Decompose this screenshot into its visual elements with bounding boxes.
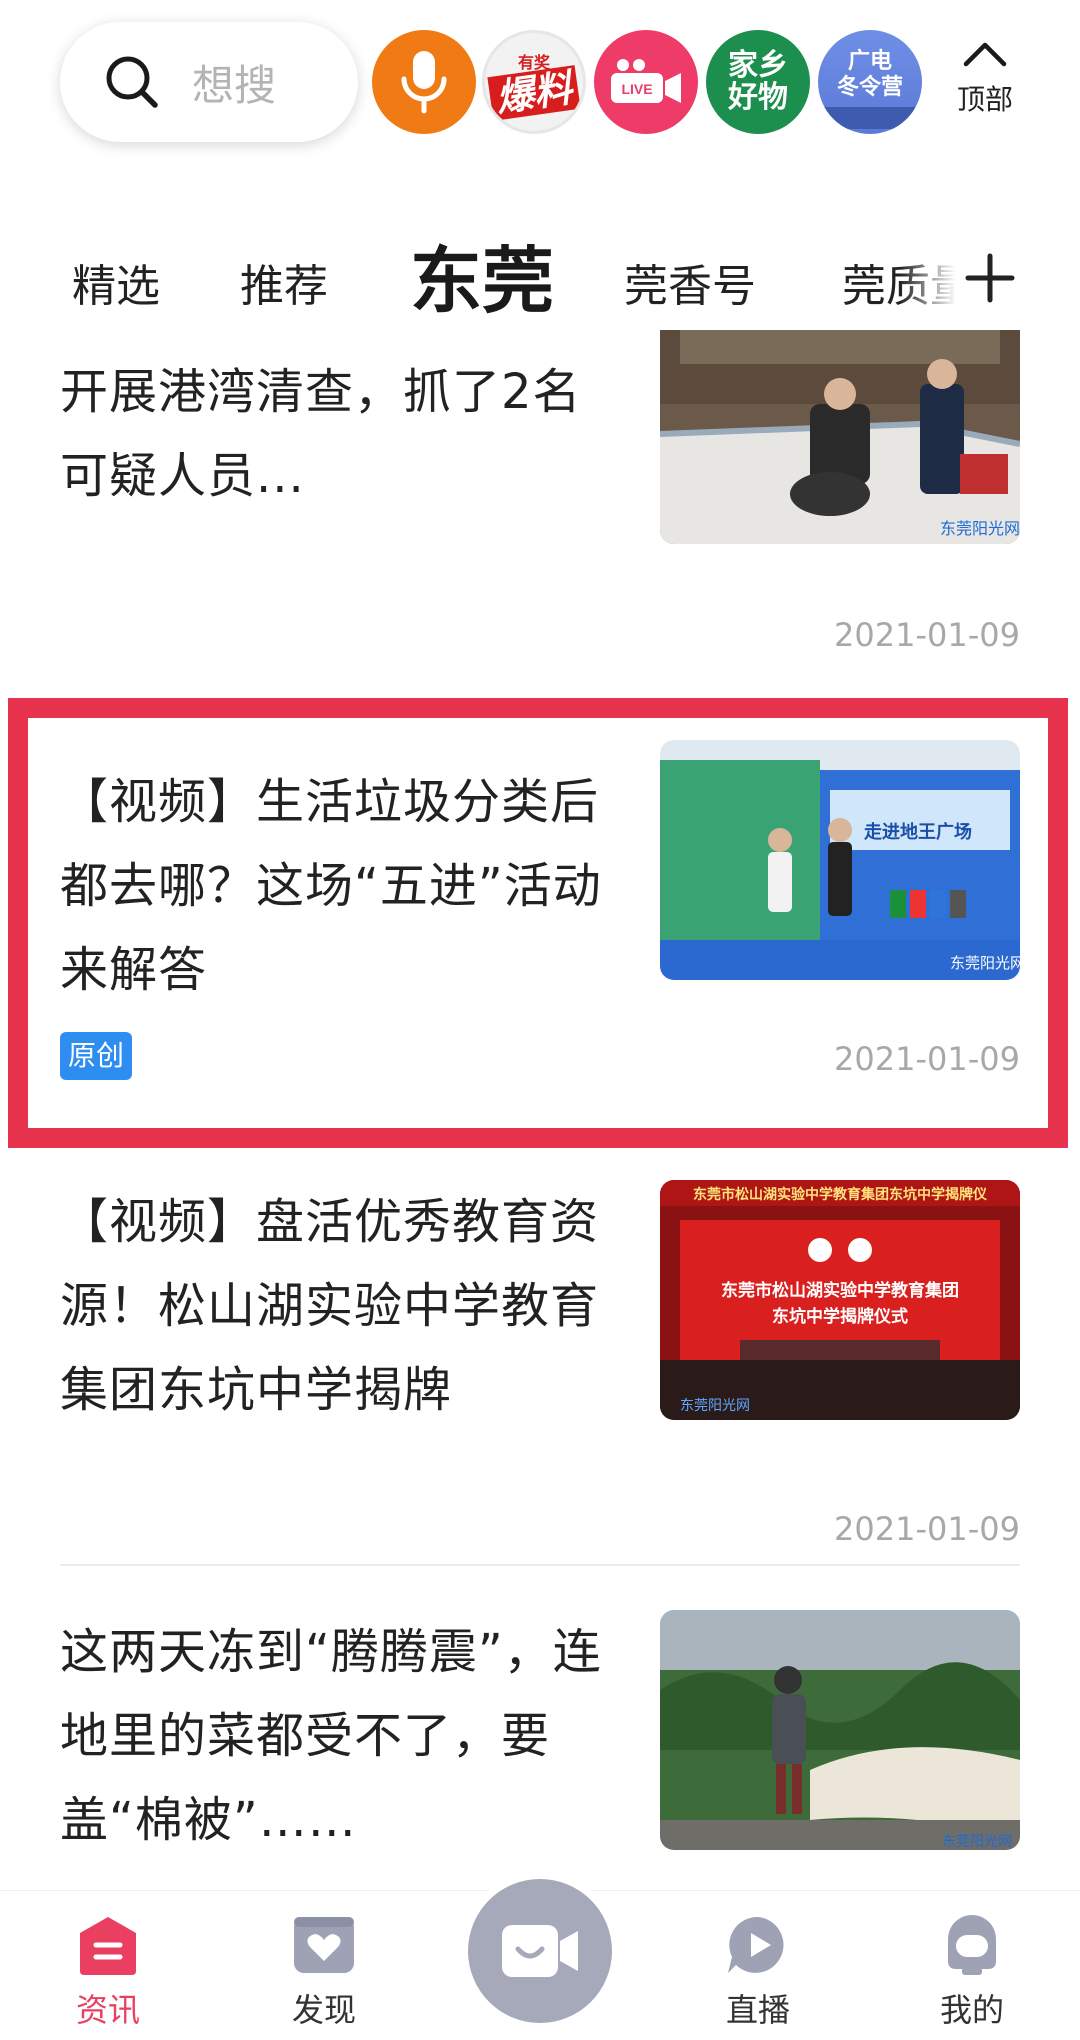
tab-jingxuan[interactable]: 精选 <box>72 250 160 314</box>
add-channel-icon[interactable] <box>960 248 1020 308</box>
nav-discover-label: 发现 <box>291 1991 356 2029</box>
nav-live-label: 直播 <box>725 1991 790 2029</box>
microphone-icon <box>401 51 447 114</box>
article-date: 2021-01-09 <box>834 1040 1020 1078</box>
discover-icon <box>294 1917 354 1973</box>
guangdian-label-line1: 广电 <box>847 49 892 74</box>
top-bar: 想搜 有奖 爆料 LIVE 家乡好物 广电 冬令营 顶部 <box>0 0 1080 170</box>
guangdian-skyline <box>818 107 922 129</box>
watermark-text: 东莞阳光网 <box>680 1398 750 1414</box>
search-icon <box>106 56 158 108</box>
tab-guanxianghao[interactable]: 莞香号 <box>624 250 756 314</box>
port-inspection-image: 东莞阳光网 <box>660 330 1020 544</box>
article-title[interactable]: 【视频】盘活优秀教育资源！松山湖实验中学教育集团东坑中学揭牌 <box>60 1180 620 1432</box>
tab-dongguan[interactable]: 东莞 <box>410 222 554 327</box>
live-camera-icon: LIVE <box>611 59 681 103</box>
watermark-text: 东莞阳光网 <box>942 1834 1012 1850</box>
baoliao-label: 爆料 <box>487 65 581 121</box>
article-thumbnail[interactable]: 走进地王广场 东莞阳光网 <box>660 740 1020 980</box>
nav-news-label: 资讯 <box>75 1991 140 2029</box>
article-item[interactable]: 【视频】盘活优秀教育资源！松山湖实验中学教育集团东坑中学揭牌 东莞市松山湖实验中… <box>0 1180 1080 1620</box>
news-feed[interactable]: 严厉打击走私！中堂全面开展港湾清查，抓了2名可疑人员... 东莞阳光网 2021… <box>0 330 1080 1890</box>
article-thumbnail[interactable]: 东莞市松山湖实验中学教育集团东坑中学揭牌仪 东莞市松山湖实验中学教育集团 东坑中… <box>660 1180 1020 1420</box>
watermark-text: 东莞阳光网 <box>950 954 1020 972</box>
article-thumbnail[interactable]: 东莞阳光网 <box>660 330 1020 544</box>
jiaxiang-shortcut[interactable]: 家乡好物 <box>706 30 810 134</box>
article-date: 2021-01-09 <box>834 616 1020 654</box>
news-icon <box>80 1917 136 1975</box>
to-top-label: 顶部 <box>956 83 1013 116</box>
nav-mine[interactable]: 我的 <box>902 1913 1042 2031</box>
voice-shortcut[interactable] <box>372 30 476 134</box>
garbage-sorting-event-image: 走进地王广场 东莞阳光网 <box>660 740 1020 980</box>
article-title[interactable]: 严厉打击走私！中堂全面开展港湾清查，抓了2名可疑人员... <box>60 330 620 518</box>
nav-live[interactable]: 直播 <box>688 1913 828 2031</box>
live-shortcut[interactable]: LIVE <box>594 30 698 134</box>
tab-tuijian[interactable]: 推荐 <box>240 250 328 314</box>
article-title[interactable]: 【视频】生活垃圾分类后都去哪？这场“五进”活动来解答 <box>60 760 620 1012</box>
school-ceremony-image: 东莞市松山湖实验中学教育集团东坑中学揭牌仪 东莞市松山湖实验中学教育集团 东坑中… <box>660 1180 1020 1420</box>
thumb-line2: 东坑中学揭牌仪式 <box>772 1306 908 1327</box>
jiaxiang-label: 家乡好物 <box>728 48 788 115</box>
guangdian-label-line2: 冬令营 <box>836 75 903 100</box>
guangdian-shortcut[interactable]: 广电 冬令营 <box>818 30 922 134</box>
thumb-top-banner: 东莞市松山湖实验中学教育集团东坑中学揭牌仪 <box>693 1186 988 1203</box>
nav-news[interactable]: 资讯 <box>38 1913 178 2031</box>
live-play-icon <box>728 1916 784 1973</box>
original-badge: 原创 <box>60 1032 132 1080</box>
search-box[interactable]: 想搜 <box>60 22 358 142</box>
article-item[interactable]: 严厉打击走私！中堂全面开展港湾清查，抓了2名可疑人员... 东莞阳光网 2021… <box>0 330 1080 666</box>
search-placeholder: 想搜 <box>192 60 277 110</box>
thumb-line1: 东莞市松山湖实验中学教育集团 <box>721 1280 959 1301</box>
live-text: LIVE <box>621 81 652 97</box>
channel-tabs: 精选 推荐 东莞 莞香号 莞质量 <box>0 210 1080 330</box>
article-item[interactable]: 这两天冻到“腾腾震”，连地里的菜都受不了，要盖“棉被”…… 东莞阳光网 <box>0 1610 1080 1890</box>
feed-divider <box>60 1564 1020 1566</box>
chevron-up-icon <box>963 42 1007 67</box>
to-top-button[interactable]: 顶部 <box>940 38 1030 138</box>
nav-mine-label: 我的 <box>939 1991 1004 2029</box>
profile-icon <box>948 1915 996 1975</box>
bottom-navigation: 资讯 发现 直播 我的 <box>0 1879 1080 2040</box>
baoliao-shortcut[interactable]: 有奖 爆料 <box>482 30 586 134</box>
article-date: 2021-01-09 <box>834 1510 1020 1548</box>
nav-discover[interactable]: 发现 <box>254 1913 394 2031</box>
thumb-banner-text: 走进地王广场 <box>864 821 972 843</box>
article-item-highlighted[interactable]: 【视频】生活垃圾分类后都去哪？这场“五进”活动来解答 走进地王广场 东莞阳光网 <box>0 740 1080 1180</box>
watermark-text: 东莞阳光网 <box>940 519 1020 538</box>
video-camera-icon <box>502 1925 578 1977</box>
nav-video-button[interactable] <box>468 1879 612 2023</box>
article-title[interactable]: 这两天冻到“腾腾震”，连地里的菜都受不了，要盖“棉被”…… <box>60 1610 620 1862</box>
vegetable-field-image: 东莞阳光网 <box>660 1610 1020 1850</box>
article-thumbnail[interactable]: 东莞阳光网 <box>660 1610 1020 1850</box>
